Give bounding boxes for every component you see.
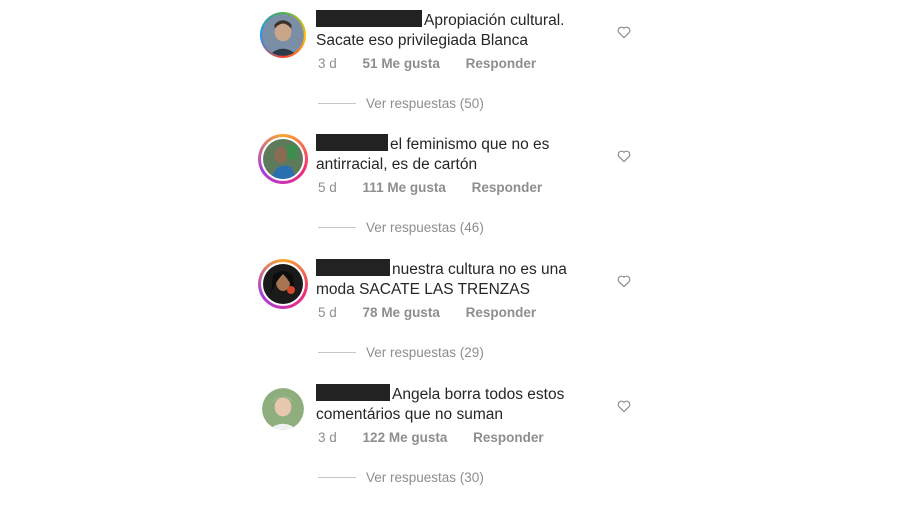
comment-meta: 5 d 78 Me gusta Responder	[318, 305, 558, 320]
avatar[interactable]	[258, 259, 308, 309]
reply-button[interactable]: Responder	[466, 305, 537, 320]
like-count[interactable]: 78 Me gusta	[363, 305, 440, 320]
reply-button[interactable]: Responder	[472, 180, 543, 195]
view-replies-button[interactable]: Ver respuestas (46)	[318, 220, 484, 235]
view-replies-button[interactable]: Ver respuestas (30)	[318, 470, 484, 485]
avatar-image	[262, 388, 304, 430]
comment-meta: 3 d 122 Me gusta Responder	[318, 430, 566, 445]
comment-meta: 5 d 111 Me gusta Responder	[318, 180, 564, 195]
avatar-image	[263, 264, 303, 304]
view-replies-button[interactable]: Ver respuestas (50)	[318, 96, 484, 111]
comment-time: 5 d	[318, 305, 337, 320]
heart-icon[interactable]	[616, 148, 632, 164]
avatar[interactable]	[258, 134, 308, 184]
view-replies-label: Ver respuestas (50)	[366, 96, 484, 111]
comment-time: 5 d	[318, 180, 337, 195]
heart-icon[interactable]	[616, 24, 632, 40]
comment-text: el feminismo que no es antirracial, es d…	[316, 134, 550, 173]
redacted-username	[316, 134, 388, 151]
comment-time: 3 d	[318, 56, 337, 71]
redacted-username	[316, 10, 422, 27]
comment-item: el feminismo que no es antirracial, es d…	[0, 124, 900, 248]
replies-divider	[318, 103, 356, 104]
replies-divider	[318, 352, 356, 353]
comment-item: Angela borra todos estos comentários que…	[0, 374, 900, 498]
like-count[interactable]: 51 Me gusta	[363, 56, 440, 71]
comment-item: nuestra cultura no es una moda SACATE LA…	[0, 249, 900, 373]
comment-text: Apropiación cultural. Sacate eso privile…	[316, 10, 565, 49]
comment-meta: 3 d 51 Me gusta Responder	[318, 56, 558, 71]
heart-icon[interactable]	[616, 273, 632, 289]
replies-divider	[318, 477, 356, 478]
view-replies-label: Ver respuestas (30)	[366, 470, 484, 485]
avatar[interactable]	[260, 12, 306, 58]
comment-text: nuestra cultura no es una moda SACATE LA…	[316, 259, 567, 298]
reply-button[interactable]: Responder	[473, 430, 544, 445]
replies-divider	[318, 227, 356, 228]
reply-button[interactable]: Responder	[466, 56, 537, 71]
avatar[interactable]	[262, 388, 304, 430]
redacted-username	[316, 259, 390, 276]
redacted-username	[316, 384, 390, 401]
comment-item: Apropiación cultural. Sacate eso privile…	[0, 0, 900, 124]
view-replies-button[interactable]: Ver respuestas (29)	[318, 345, 484, 360]
comment-time: 3 d	[318, 430, 337, 445]
view-replies-label: Ver respuestas (46)	[366, 220, 484, 235]
like-count[interactable]: 122 Me gusta	[363, 430, 448, 445]
view-replies-label: Ver respuestas (29)	[366, 345, 484, 360]
avatar-image	[262, 14, 304, 56]
like-count[interactable]: 111 Me gusta	[363, 180, 446, 195]
heart-icon[interactable]	[616, 398, 632, 414]
comment-text: Angela borra todos estos comentários que…	[316, 384, 565, 423]
avatar-image	[263, 139, 303, 179]
